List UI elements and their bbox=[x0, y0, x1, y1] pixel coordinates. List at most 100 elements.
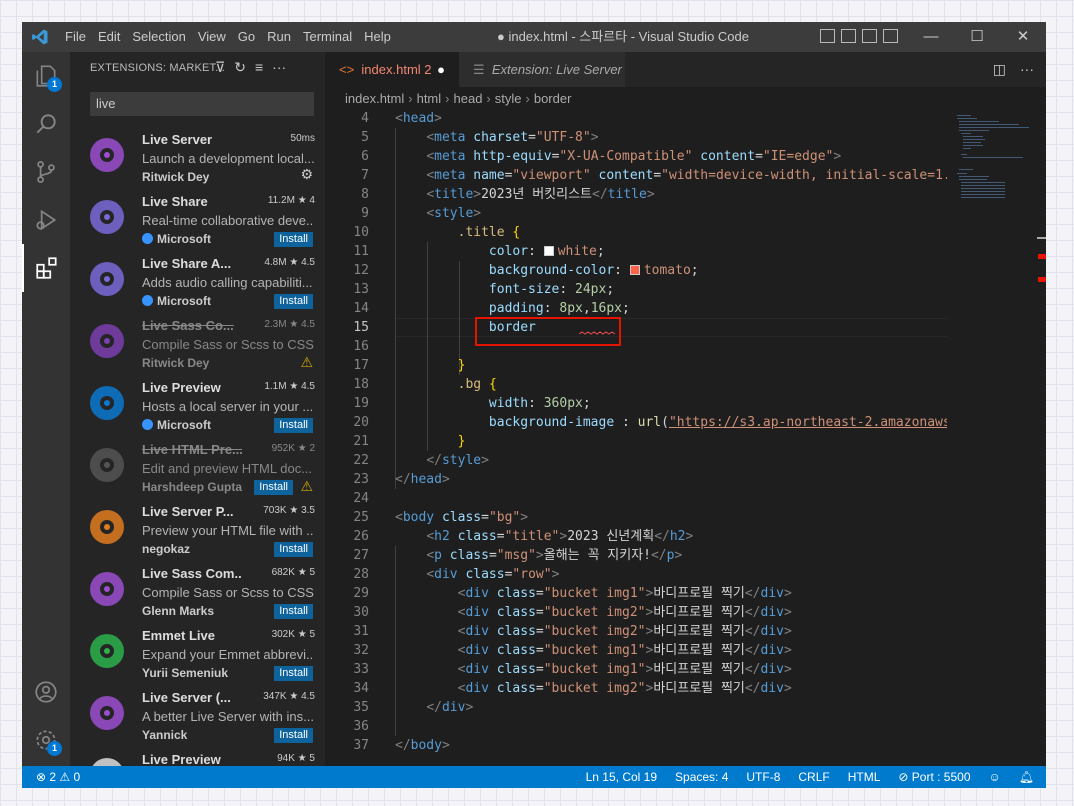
unsaved-dot-icon[interactable]: ● bbox=[437, 52, 445, 87]
extension-description: Launch a development local... bbox=[142, 151, 314, 166]
install-button[interactable]: Install bbox=[274, 542, 313, 557]
customize-layout-icon[interactable] bbox=[883, 29, 898, 43]
line-number: 9 bbox=[361, 206, 369, 221]
status-item[interactable]: Spaces: 4 bbox=[675, 766, 728, 788]
extension-item[interactable]: Live Preview 1.1M ★ 4.5 Hosts a local serv… bbox=[70, 372, 325, 434]
install-button[interactable]: Install bbox=[274, 294, 313, 309]
feedback-icon[interactable]: ☺ bbox=[989, 766, 1001, 788]
install-button[interactable]: Install bbox=[254, 480, 293, 495]
problems-indicator[interactable]: ⊗ 2 ⚠ 0 bbox=[36, 766, 80, 788]
menu-item-run[interactable]: Run bbox=[261, 22, 297, 52]
close-icon[interactable]: ✕ bbox=[1000, 22, 1046, 52]
split-editor-icon[interactable]: ◫ bbox=[993, 61, 1006, 78]
menu-item-help[interactable]: Help bbox=[358, 22, 397, 52]
menu-item-file[interactable]: File bbox=[59, 22, 92, 52]
extension-item[interactable]: Live Share A... 4.8M ★ 4.5 Adds audio call… bbox=[70, 248, 325, 310]
extension-description: Compile Sass or Scss to CSS... bbox=[142, 337, 314, 352]
clear-results-icon[interactable]: ≡ bbox=[255, 59, 263, 76]
status-item[interactable]: ⊘ Port : 5500 bbox=[898, 766, 970, 788]
install-button[interactable]: Install bbox=[274, 666, 313, 681]
title-bar: File Edit Selection View Go Run Terminal Help ●… bbox=[22, 22, 1046, 52]
account-icon[interactable] bbox=[22, 668, 70, 716]
menu-item-edit[interactable]: Edit bbox=[92, 22, 126, 52]
source-control-icon[interactable] bbox=[22, 148, 70, 196]
search-icon[interactable] bbox=[22, 100, 70, 148]
extension-description: Hosts a local server in your ... bbox=[142, 399, 314, 414]
breadcrumb-item[interactable]: head bbox=[454, 91, 483, 106]
line-number: 13 bbox=[353, 282, 369, 297]
editor-scrollbar[interactable] bbox=[1037, 109, 1046, 766]
extension-stats: 952K ★ 2 bbox=[271, 443, 315, 454]
extension-item[interactable]: Live HTML Pre... 952K ★ 2 Edit and preview… bbox=[70, 434, 325, 496]
line-number: 26 bbox=[353, 529, 369, 544]
extension-item[interactable]: Live Server P... 703K ★ 3.5 Preview your H… bbox=[70, 496, 325, 558]
code-line: background-image : url("https://s3.ap-no… bbox=[488, 415, 975, 430]
install-button[interactable]: Install bbox=[274, 728, 313, 743]
tab-extension-live-server[interactable]: ☰ Extension: Live Server bbox=[459, 52, 625, 87]
menu-item-selection[interactable]: Selection bbox=[126, 22, 191, 52]
status-item[interactable]: Ln 15, Col 19 bbox=[586, 766, 657, 788]
code-line: font-size: 24px; bbox=[488, 282, 615, 297]
warning-icon: ⚠ bbox=[300, 354, 313, 370]
code-line: <div class="bucket img1">바디프로필 찍기</div> bbox=[457, 643, 792, 658]
breadcrumb-item[interactable]: style bbox=[495, 91, 522, 106]
extension-description: Expand your Emmet abbrevi... bbox=[142, 647, 314, 662]
install-button[interactable]: Install bbox=[274, 232, 313, 247]
code-editor[interactable]: 4 <head> 5 <meta charset="UTF-8"> 6 <meta h… bbox=[325, 109, 1046, 766]
line-number: 19 bbox=[353, 396, 369, 411]
toggle-panel-icon[interactable] bbox=[841, 29, 856, 43]
status-item[interactable]: CRLF bbox=[798, 766, 829, 788]
extensions-icon[interactable] bbox=[22, 244, 70, 292]
install-button[interactable]: Install bbox=[274, 604, 313, 619]
more-actions-icon[interactable]: ··· bbox=[272, 59, 286, 76]
toggle-secondary-sidebar-icon[interactable] bbox=[862, 29, 877, 43]
breadcrumb-item[interactable]: border bbox=[534, 91, 572, 106]
extension-item[interactable]: Live Server (... 347K ★ 4.5 A better Live … bbox=[70, 682, 325, 744]
install-button[interactable]: Install bbox=[274, 418, 313, 433]
settings-badge: 1 bbox=[47, 741, 62, 756]
tab-label: index.html 2 bbox=[361, 62, 432, 77]
status-item[interactable]: HTML bbox=[848, 766, 881, 788]
extension-item[interactable]: Live Sass Com... 682K ★ 5 Compile Sass or … bbox=[70, 558, 325, 620]
explorer-icon[interactable]: 1 bbox=[22, 52, 70, 100]
manage-gear-icon[interactable]: 1 bbox=[22, 716, 70, 764]
editor-more-icon[interactable]: ··· bbox=[1020, 61, 1034, 78]
run-debug-icon[interactable] bbox=[22, 196, 70, 244]
verified-publisher-icon bbox=[142, 295, 153, 306]
extension-item[interactable]: Live Preview 94K ★ 5 bbox=[70, 744, 325, 766]
extension-search-input[interactable]: live bbox=[90, 92, 314, 116]
line-number: 31 bbox=[353, 624, 369, 639]
notifications-bell-icon[interactable]: 🔔︎ bbox=[1019, 766, 1034, 788]
window-controls: — ☐ ✕ bbox=[908, 22, 1046, 52]
maximize-icon[interactable]: ☐ bbox=[954, 22, 1000, 52]
extension-name: Live Preview bbox=[142, 380, 221, 395]
menu-item-go[interactable]: Go bbox=[232, 22, 261, 52]
extension-name: Live Sass Com... bbox=[142, 566, 242, 581]
minimap[interactable] bbox=[947, 109, 1046, 766]
extension-item[interactable]: Live Sass Co... 2.3M ★ 4.5 Compile Sass or… bbox=[70, 310, 325, 372]
tab-index-html[interactable]: <> index.html 2 ● bbox=[325, 52, 459, 87]
extension-stats: 703K ★ 3.5 bbox=[263, 505, 315, 516]
filter-icon[interactable]: ⊽ bbox=[215, 59, 225, 76]
code-line: <div class="bucket img1">바디프로필 찍기</div> bbox=[457, 586, 792, 601]
extension-item[interactable]: Live Share 11.2M ★ 4 Real-time collaborati… bbox=[70, 186, 325, 248]
menu-item-terminal[interactable]: Terminal bbox=[297, 22, 358, 52]
refresh-icon[interactable]: ↻ bbox=[234, 59, 246, 76]
extension-item[interactable]: Emmet Live 302K ★ 5 Expand your Emmet abbr… bbox=[70, 620, 325, 682]
breadcrumb-item[interactable]: html bbox=[417, 91, 442, 106]
status-item[interactable]: UTF-8 bbox=[746, 766, 780, 788]
code-line: .bg { bbox=[457, 377, 497, 392]
extension-stats: 347K ★ 4.5 bbox=[263, 691, 315, 702]
editor-tabs: <> index.html 2 ● ☰ Extension: Live Serv… bbox=[325, 52, 1046, 87]
menu-item-view[interactable]: View bbox=[192, 22, 232, 52]
breadcrumb-separator-icon: › bbox=[445, 90, 450, 106]
minimize-icon[interactable]: — bbox=[908, 22, 954, 52]
vscode-logo-icon bbox=[32, 29, 48, 45]
code-line: .title { bbox=[457, 225, 521, 240]
extension-item[interactable]: Live Server 50ms Launch a development loca… bbox=[70, 124, 325, 186]
toggle-sidebar-icon[interactable] bbox=[820, 29, 835, 43]
line-number: 25 bbox=[353, 510, 369, 525]
breadcrumb-item[interactable]: index.html bbox=[345, 91, 404, 106]
extension-logo-icon bbox=[86, 320, 128, 362]
extension-settings-gear-icon[interactable]: ⚙ bbox=[300, 166, 313, 183]
